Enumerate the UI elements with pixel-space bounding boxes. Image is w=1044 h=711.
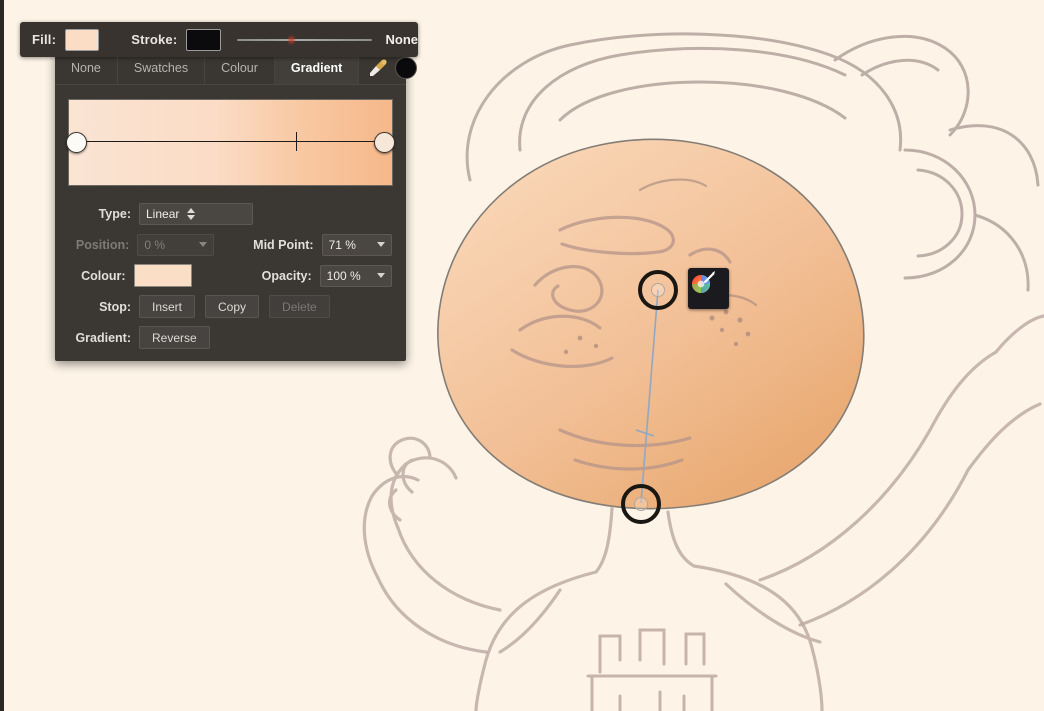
fill-label: Fill: (32, 32, 57, 47)
opacity-field[interactable]: 100 % (319, 264, 392, 287)
colour-label: Colour: (81, 268, 126, 283)
gradient-controls: Type: Linear Position: 0 % Mid Point: 71… (55, 198, 406, 353)
handle-inner-dot (651, 283, 665, 297)
handle-inner-dot (634, 497, 648, 511)
tab-label: None (71, 61, 101, 75)
stop-copy-button[interactable]: Copy (205, 295, 260, 318)
midpoint-label: Mid Point: (253, 237, 314, 252)
stroke-width-slider[interactable] (236, 32, 372, 47)
opacity-value: 100 % (326, 268, 361, 283)
fill-swatch[interactable] (65, 28, 100, 51)
stop-label: Stop: (99, 299, 131, 314)
gradient-reverse-button[interactable]: Reverse (139, 326, 210, 349)
row-type: Type: Linear (69, 198, 392, 229)
colour-wheel-icon (692, 271, 715, 293)
colour-swatch[interactable] (133, 264, 193, 287)
gradient-label: Gradient: (75, 330, 131, 345)
gradient-stop-end[interactable] (374, 132, 395, 153)
stroke-width-value: None (385, 32, 419, 47)
current-colour-swatch[interactable] (395, 57, 418, 79)
chevron-down-icon[interactable] (198, 242, 207, 247)
gradient-preview-wrap[interactable] (66, 99, 395, 186)
type-select[interactable]: Linear (139, 202, 253, 225)
stop-insert-button[interactable]: Insert (139, 295, 196, 318)
position-value: 0 % (144, 237, 166, 252)
type-value: Linear (146, 206, 180, 221)
slider-thumb[interactable] (287, 32, 295, 47)
gradient-preview-strip[interactable] (68, 99, 393, 186)
gradient-stop-axis (74, 141, 387, 142)
gradient-start-handle[interactable] (638, 270, 678, 310)
gradient-stop-start[interactable] (66, 132, 87, 153)
tab-label: Swatches (133, 61, 189, 75)
row-position-midpoint: Position: 0 % Mid Point: 71 % (69, 229, 393, 260)
position-label: Position: (75, 237, 130, 252)
stroke-swatch[interactable] (186, 28, 221, 51)
opacity-label: Opacity: (261, 268, 312, 283)
position-field[interactable]: 0 % (137, 233, 214, 256)
gradient-end-handle[interactable] (621, 484, 661, 524)
tab-label: Gradient (290, 61, 343, 75)
stroke-label: Stroke: (131, 32, 178, 47)
row-colour-opacity: Colour: Opacity: 100 % (69, 260, 392, 291)
stop-delete-button: Delete (269, 295, 330, 318)
row-stop: Stop: Insert Copy Delete (69, 291, 392, 322)
row-gradient: Gradient: Reverse (69, 322, 392, 353)
midpoint-field[interactable]: 71 % (321, 233, 393, 256)
colour-wheel-button[interactable] (688, 268, 729, 309)
midpoint-value: 71 % (328, 237, 356, 252)
type-label: Type: (98, 206, 131, 221)
gradient-midpoint-marker[interactable] (295, 132, 297, 151)
stepper-arrows-icon[interactable] (187, 207, 196, 220)
eyedropper-icon[interactable] (367, 57, 389, 79)
tab-label: Colour (221, 61, 258, 75)
slider-track (236, 38, 372, 41)
chevron-down-icon[interactable] (377, 242, 386, 247)
colour-panel: None Swatches Colour Gradient Type: Line… (55, 52, 418, 361)
fill-stroke-toolbar: Fill: Stroke: None (20, 22, 418, 57)
chevron-down-icon[interactable] (377, 273, 385, 278)
